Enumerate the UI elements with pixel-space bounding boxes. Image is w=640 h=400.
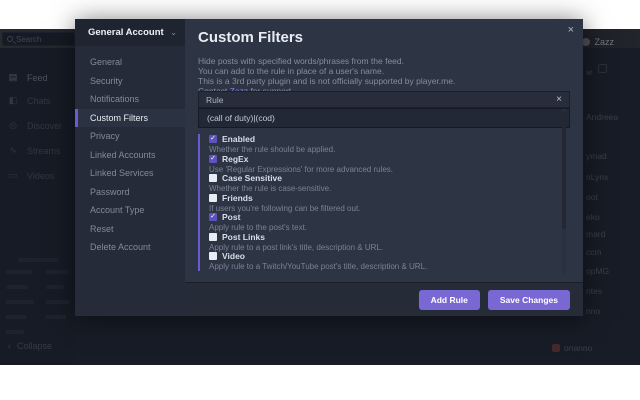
rule-header: Rule × bbox=[198, 91, 570, 108]
account-section-header[interactable]: General Account ⌄ bbox=[75, 19, 185, 46]
close-icon[interactable]: × bbox=[568, 25, 574, 36]
settings-nav-delete-account[interactable]: Delete Account bbox=[75, 238, 185, 257]
remove-rule-icon[interactable]: × bbox=[556, 94, 562, 105]
settings-content: × Custom Filters Hide posts with specifi… bbox=[185, 19, 583, 316]
option-checkbox-row[interactable]: ✓ Enabled bbox=[209, 134, 559, 144]
option-friends: FriendsIf users you're following can be … bbox=[209, 193, 559, 213]
page-title: Custom Filters bbox=[198, 29, 303, 46]
settings-nav-privacy[interactable]: Privacy bbox=[75, 127, 185, 146]
settings-nav-password[interactable]: Password bbox=[75, 183, 185, 202]
settings-nav-reset[interactable]: Reset bbox=[75, 220, 185, 239]
settings-sidebar: General Account ⌄ GeneralSecurityNotific… bbox=[75, 19, 185, 316]
settings-nav-notifications[interactable]: Notifications bbox=[75, 90, 185, 109]
save-changes-button[interactable]: Save Changes bbox=[488, 290, 570, 310]
screenshot-stage: Zazz ▤Feed◧Chats◎Discover∿Streams▭Videos… bbox=[0, 0, 640, 400]
checkbox-unchecked-icon[interactable] bbox=[209, 194, 217, 202]
option-regex: ✓RegExUse 'Regular Expressions' for more… bbox=[209, 154, 559, 174]
checkbox-checked-icon[interactable]: ✓ bbox=[209, 213, 217, 221]
rule-input[interactable] bbox=[198, 108, 570, 128]
description-line: You can add to the rule in place of a us… bbox=[198, 66, 455, 76]
checkbox-unchecked-icon[interactable] bbox=[209, 174, 217, 182]
settings-nav-list: GeneralSecurityNotificationsCustom Filte… bbox=[75, 53, 185, 257]
scrollbar-track[interactable] bbox=[562, 109, 566, 274]
option-label: Enabled bbox=[222, 134, 255, 144]
option-label: Case Sensitive bbox=[222, 173, 282, 183]
option-post: ✓PostApply rule to the post's text. bbox=[209, 212, 559, 232]
settings-nav-linked-services[interactable]: Linked Services bbox=[75, 164, 185, 183]
option-label: RegEx bbox=[222, 154, 248, 164]
settings-nav-security[interactable]: Security bbox=[75, 72, 185, 91]
option-checkbox-row[interactable]: ✓ RegEx bbox=[209, 154, 559, 164]
option-label: Friends bbox=[222, 193, 253, 203]
chevron-down-icon: ⌄ bbox=[170, 28, 177, 37]
rule-options-list: ✓EnabledWhether the rule should be appli… bbox=[198, 134, 559, 271]
settings-modal: General Account ⌄ GeneralSecurityNotific… bbox=[75, 19, 583, 316]
option-checkbox-row[interactable]: Video bbox=[209, 251, 559, 261]
account-section-title: General Account bbox=[88, 27, 170, 38]
option-post-links: Post LinksApply rule to a post link's ti… bbox=[209, 232, 559, 252]
description-line: Hide posts with specified words/phrases … bbox=[198, 56, 455, 66]
rule-label: Rule bbox=[206, 95, 556, 105]
add-rule-button[interactable]: Add Rule bbox=[419, 290, 480, 310]
option-checkbox-row[interactable]: Post Links bbox=[209, 232, 559, 242]
description-text: Hide posts with specified words/phrases … bbox=[198, 56, 455, 96]
settings-nav-account-type[interactable]: Account Type bbox=[75, 201, 185, 220]
modal-footer: Add Rule Save Changes bbox=[185, 282, 583, 316]
checkbox-unchecked-icon[interactable] bbox=[209, 233, 217, 241]
option-video: VideoApply rule to a Twitch/YouTube post… bbox=[209, 251, 559, 271]
settings-nav-general[interactable]: General bbox=[75, 53, 185, 72]
checkbox-checked-icon[interactable]: ✓ bbox=[209, 135, 217, 143]
option-label: Post Links bbox=[222, 232, 265, 242]
checkbox-checked-icon[interactable]: ✓ bbox=[209, 155, 217, 163]
description-line: This is a 3rd party plugin and is not of… bbox=[198, 76, 455, 86]
option-label: Post bbox=[222, 212, 240, 222]
option-description: Apply rule to a Twitch/YouTube post's ti… bbox=[209, 262, 559, 271]
option-checkbox-row[interactable]: ✓ Post bbox=[209, 212, 559, 222]
scrollbar-thumb[interactable] bbox=[562, 111, 566, 229]
option-checkbox-row[interactable]: Case Sensitive bbox=[209, 173, 559, 183]
settings-nav-custom-filters[interactable]: Custom Filters bbox=[75, 109, 185, 128]
checkbox-unchecked-icon[interactable] bbox=[209, 252, 217, 260]
option-case-sensitive: Case SensitiveWhether the rule is case-s… bbox=[209, 173, 559, 193]
settings-nav-linked-accounts[interactable]: Linked Accounts bbox=[75, 146, 185, 165]
option-checkbox-row[interactable]: Friends bbox=[209, 193, 559, 203]
option-enabled: ✓EnabledWhether the rule should be appli… bbox=[209, 134, 559, 154]
option-label: Video bbox=[222, 251, 245, 261]
